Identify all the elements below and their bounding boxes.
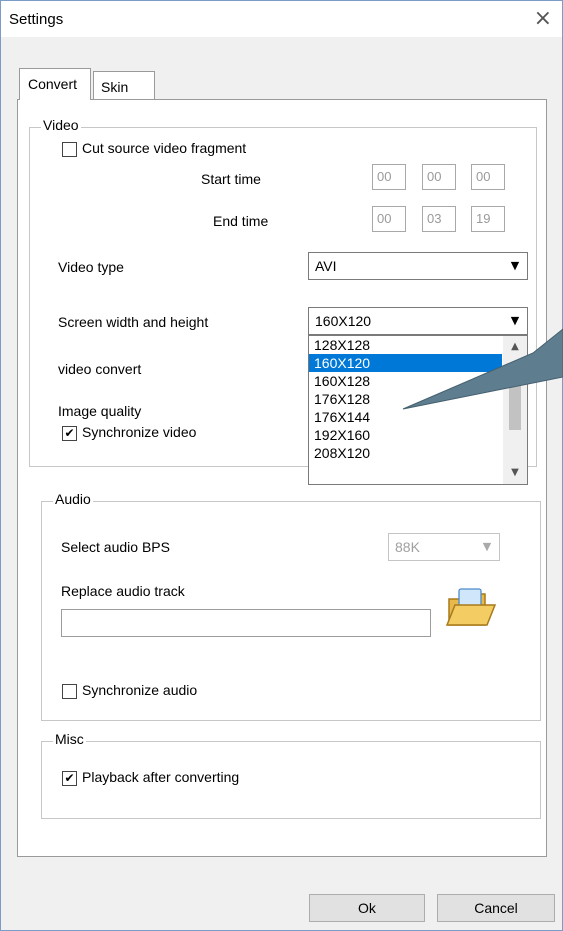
cut-fragment-checkbox[interactable] bbox=[62, 142, 77, 157]
start-time-label: Start time bbox=[201, 171, 261, 187]
screen-size-label: Screen width and height bbox=[58, 314, 209, 330]
title-bar: Settings × bbox=[1, 1, 562, 37]
end-minute-field[interactable]: 03 bbox=[422, 206, 456, 232]
ok-button[interactable]: Ok bbox=[309, 894, 425, 922]
cut-fragment-label: Cut source video fragment bbox=[82, 140, 247, 156]
video-convert-label: video convert bbox=[58, 361, 142, 377]
end-second-field[interactable]: 19 bbox=[471, 206, 505, 232]
synchronize-audio-label: Synchronize audio bbox=[82, 682, 198, 698]
playback-checkbox[interactable]: ✔ bbox=[62, 771, 77, 786]
synchronize-video-checkbox[interactable]: ✔ bbox=[62, 426, 77, 441]
window-title: Settings bbox=[9, 11, 64, 28]
audio-group-label: Audio bbox=[53, 491, 93, 507]
cancel-button[interactable]: Cancel bbox=[437, 894, 555, 922]
dropdown-option[interactable]: 208X120 bbox=[309, 444, 527, 462]
settings-dialog: Settings × Convert Skin Video Cut source… bbox=[0, 0, 563, 931]
playback-label: Playback after converting bbox=[82, 769, 240, 785]
chevron-down-icon[interactable]: ▼ bbox=[507, 257, 523, 275]
replace-track-label: Replace audio track bbox=[61, 583, 185, 599]
audio-bps-select[interactable]: 88K ▼ bbox=[388, 533, 500, 561]
misc-group-label: Misc bbox=[53, 731, 86, 747]
start-second-field[interactable]: 00 bbox=[471, 164, 505, 190]
end-time-label: End time bbox=[213, 213, 269, 229]
tab-skin[interactable]: Skin bbox=[93, 71, 155, 99]
callout-arrow bbox=[402, 328, 563, 410]
image-quality-label: Image quality bbox=[58, 403, 142, 419]
tab-skin-label: Skin bbox=[101, 79, 129, 95]
chevron-down-icon[interactable]: ▼ bbox=[479, 538, 495, 556]
audio-bps-label: Select audio BPS bbox=[61, 539, 170, 555]
close-icon[interactable]: × bbox=[534, 6, 552, 31]
audio-bps-value: 88K bbox=[395, 539, 420, 555]
start-minute-field[interactable]: 00 bbox=[422, 164, 456, 190]
screen-size-value: 160X120 bbox=[315, 313, 372, 329]
tab-convert[interactable]: Convert bbox=[19, 68, 91, 100]
video-type-value: AVI bbox=[315, 258, 337, 274]
start-hour-field[interactable]: 00 bbox=[372, 164, 406, 190]
open-folder-icon[interactable] bbox=[445, 585, 497, 631]
synchronize-video-label: Synchronize video bbox=[82, 424, 197, 440]
dropdown-option[interactable]: 192X160 bbox=[309, 426, 527, 444]
replace-track-field[interactable] bbox=[61, 609, 431, 637]
video-type-select[interactable]: AVI ▼ bbox=[308, 252, 528, 280]
tab-convert-label: Convert bbox=[28, 76, 78, 92]
scroll-down-icon[interactable]: ▼ bbox=[503, 464, 527, 482]
video-type-label: Video type bbox=[58, 259, 124, 275]
end-hour-field[interactable]: 00 bbox=[372, 206, 406, 232]
video-group-label: Video bbox=[41, 117, 81, 133]
synchronize-audio-checkbox[interactable] bbox=[62, 684, 77, 699]
